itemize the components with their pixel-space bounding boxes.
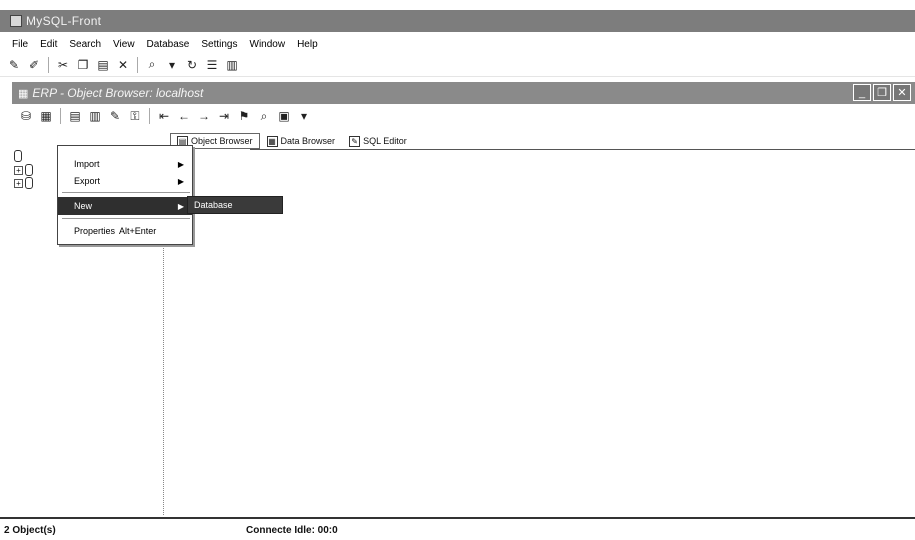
tab-sql-editor[interactable]: ✎ SQL Editor	[342, 133, 414, 149]
paste-icon[interactable]: ▤	[95, 57, 111, 73]
context-menu: Import ▶ Export ▶ New ▶ Properties Alt+E…	[57, 145, 193, 245]
submenu-arrow-icon: ▶	[177, 201, 184, 211]
foreign-key-icon[interactable]: ⚿	[127, 108, 143, 124]
menu-help[interactable]: Help	[291, 39, 324, 50]
menu-separator	[62, 192, 190, 193]
first-icon[interactable]: ⇤	[156, 108, 172, 124]
database-icon	[25, 164, 33, 176]
toolbar-separator	[60, 108, 61, 124]
delete-icon[interactable]: ✕	[115, 57, 131, 73]
copy-icon[interactable]: ❐	[75, 57, 91, 73]
search-icon[interactable]: ⌕	[256, 108, 272, 124]
menu-separator	[62, 218, 190, 219]
tab-label: Object Browser	[191, 136, 253, 146]
dropdown-icon[interactable]: ▾	[164, 57, 180, 73]
menu-item-new[interactable]: New ▶	[58, 197, 192, 215]
view-tabs: ▤ Object Browser ▦ Data Browser ✎ SQL Ed…	[170, 132, 414, 150]
child-toolbar: ⛁ ▦ ▤ ▥ ✎ ⚿ ⇤ ← → ⇥ ⚑ ⌕ ▣ ▾	[12, 106, 915, 126]
next-icon[interactable]: →	[196, 108, 212, 124]
menu-database[interactable]: Database	[141, 39, 196, 50]
submenu-item-database[interactable]: Database	[194, 200, 233, 210]
submenu-new: Database	[187, 196, 283, 214]
app-titlebar: MySQL-Front	[0, 10, 915, 32]
status-bar: 2 Object(s) Connecte Idle: 00:0	[0, 521, 915, 540]
window-icon: ▦	[18, 87, 29, 100]
chevron-down-icon[interactable]: ▾	[296, 108, 312, 124]
database-icon	[25, 177, 33, 189]
data-browser-icon: ▦	[266, 135, 278, 147]
tab-label: Data Browser	[280, 136, 336, 146]
menu-item-label: Properties	[74, 226, 116, 236]
menu-item-export[interactable]: Export ▶	[58, 172, 192, 190]
menu-view[interactable]: View	[107, 39, 141, 50]
connection-status: Connecte Idle: 00:0	[246, 525, 338, 536]
child-window-title: ERP - Object Browser: localhost	[32, 86, 204, 100]
connect-icon[interactable]: ✎	[6, 57, 22, 73]
sql-editor-icon: ✎	[349, 135, 361, 147]
tab-underline	[250, 149, 915, 150]
restore-button[interactable]: ❐	[873, 84, 891, 101]
tree-item-database[interactable]: +	[14, 164, 33, 176]
close-button[interactable]: ✕	[893, 84, 911, 101]
app-title: MySQL-Front	[26, 14, 102, 28]
window-controls: _ ❐ ✕	[851, 84, 911, 101]
grid-icon[interactable]: ☰	[204, 57, 220, 73]
toolbar-separator	[137, 56, 138, 73]
toolbar-separator	[48, 56, 49, 73]
status-divider	[0, 517, 915, 519]
menu-file[interactable]: File	[6, 39, 34, 50]
expand-icon[interactable]: +	[14, 178, 23, 188]
find-icon[interactable]: ⌕	[144, 57, 160, 73]
menu-item-label: Export	[74, 176, 101, 186]
tab-data-browser[interactable]: ▦ Data Browser	[260, 133, 343, 149]
submenu-arrow-icon: ▶	[177, 176, 184, 186]
cut-icon[interactable]: ✂	[55, 57, 71, 73]
toolbar-separator	[149, 108, 150, 124]
new-index-icon[interactable]: ▥	[87, 108, 103, 124]
server-icon	[14, 150, 22, 162]
minimize-button[interactable]: _	[853, 84, 871, 101]
new-table-icon[interactable]: ▦	[38, 108, 54, 124]
submenu-arrow-icon: ▶	[177, 159, 184, 169]
refresh-icon[interactable]: ↻	[184, 57, 200, 73]
main-toolbar: ✎ ✐ ✂ ❐ ▤ ✕ ⌕ ▾ ↻ ☰ ▥	[0, 53, 915, 77]
menu-item-label: Import	[74, 159, 100, 169]
new-field-icon[interactable]: ▤	[67, 108, 83, 124]
disconnect-icon[interactable]: ✐	[26, 57, 42, 73]
menu-item-label: New	[74, 201, 93, 211]
menu-edit[interactable]: Edit	[34, 39, 63, 50]
expand-icon[interactable]: +	[14, 165, 23, 175]
last-icon[interactable]: ⇥	[216, 108, 232, 124]
child-window-titlebar: ▦ ERP - Object Browser: localhost _ ❐ ✕	[12, 82, 915, 104]
menu-item-import[interactable]: Import ▶	[58, 155, 192, 173]
menu-bar: File Edit Search View Database Settings …	[0, 35, 915, 53]
object-count: 2 Object(s)	[4, 525, 56, 536]
app-icon	[10, 15, 22, 27]
new-database-icon[interactable]: ⛁	[18, 108, 34, 124]
prev-icon[interactable]: ←	[176, 108, 192, 124]
edit-icon[interactable]: ✎	[107, 108, 123, 124]
menu-item-properties[interactable]: Properties Alt+Enter	[58, 222, 192, 240]
menu-shortcut: Alt+Enter	[119, 226, 157, 236]
menu-search[interactable]: Search	[63, 39, 107, 50]
tab-label: SQL Editor	[363, 136, 407, 146]
filter-icon[interactable]: ⚑	[236, 108, 252, 124]
columns-icon[interactable]: ▥	[224, 57, 240, 73]
view-options-icon[interactable]: ▣	[276, 108, 292, 124]
tree-item-server[interactable]	[14, 150, 22, 162]
menu-window[interactable]: Window	[244, 39, 292, 50]
tree-item-database[interactable]: +	[14, 177, 33, 189]
menu-settings[interactable]: Settings	[195, 39, 243, 50]
